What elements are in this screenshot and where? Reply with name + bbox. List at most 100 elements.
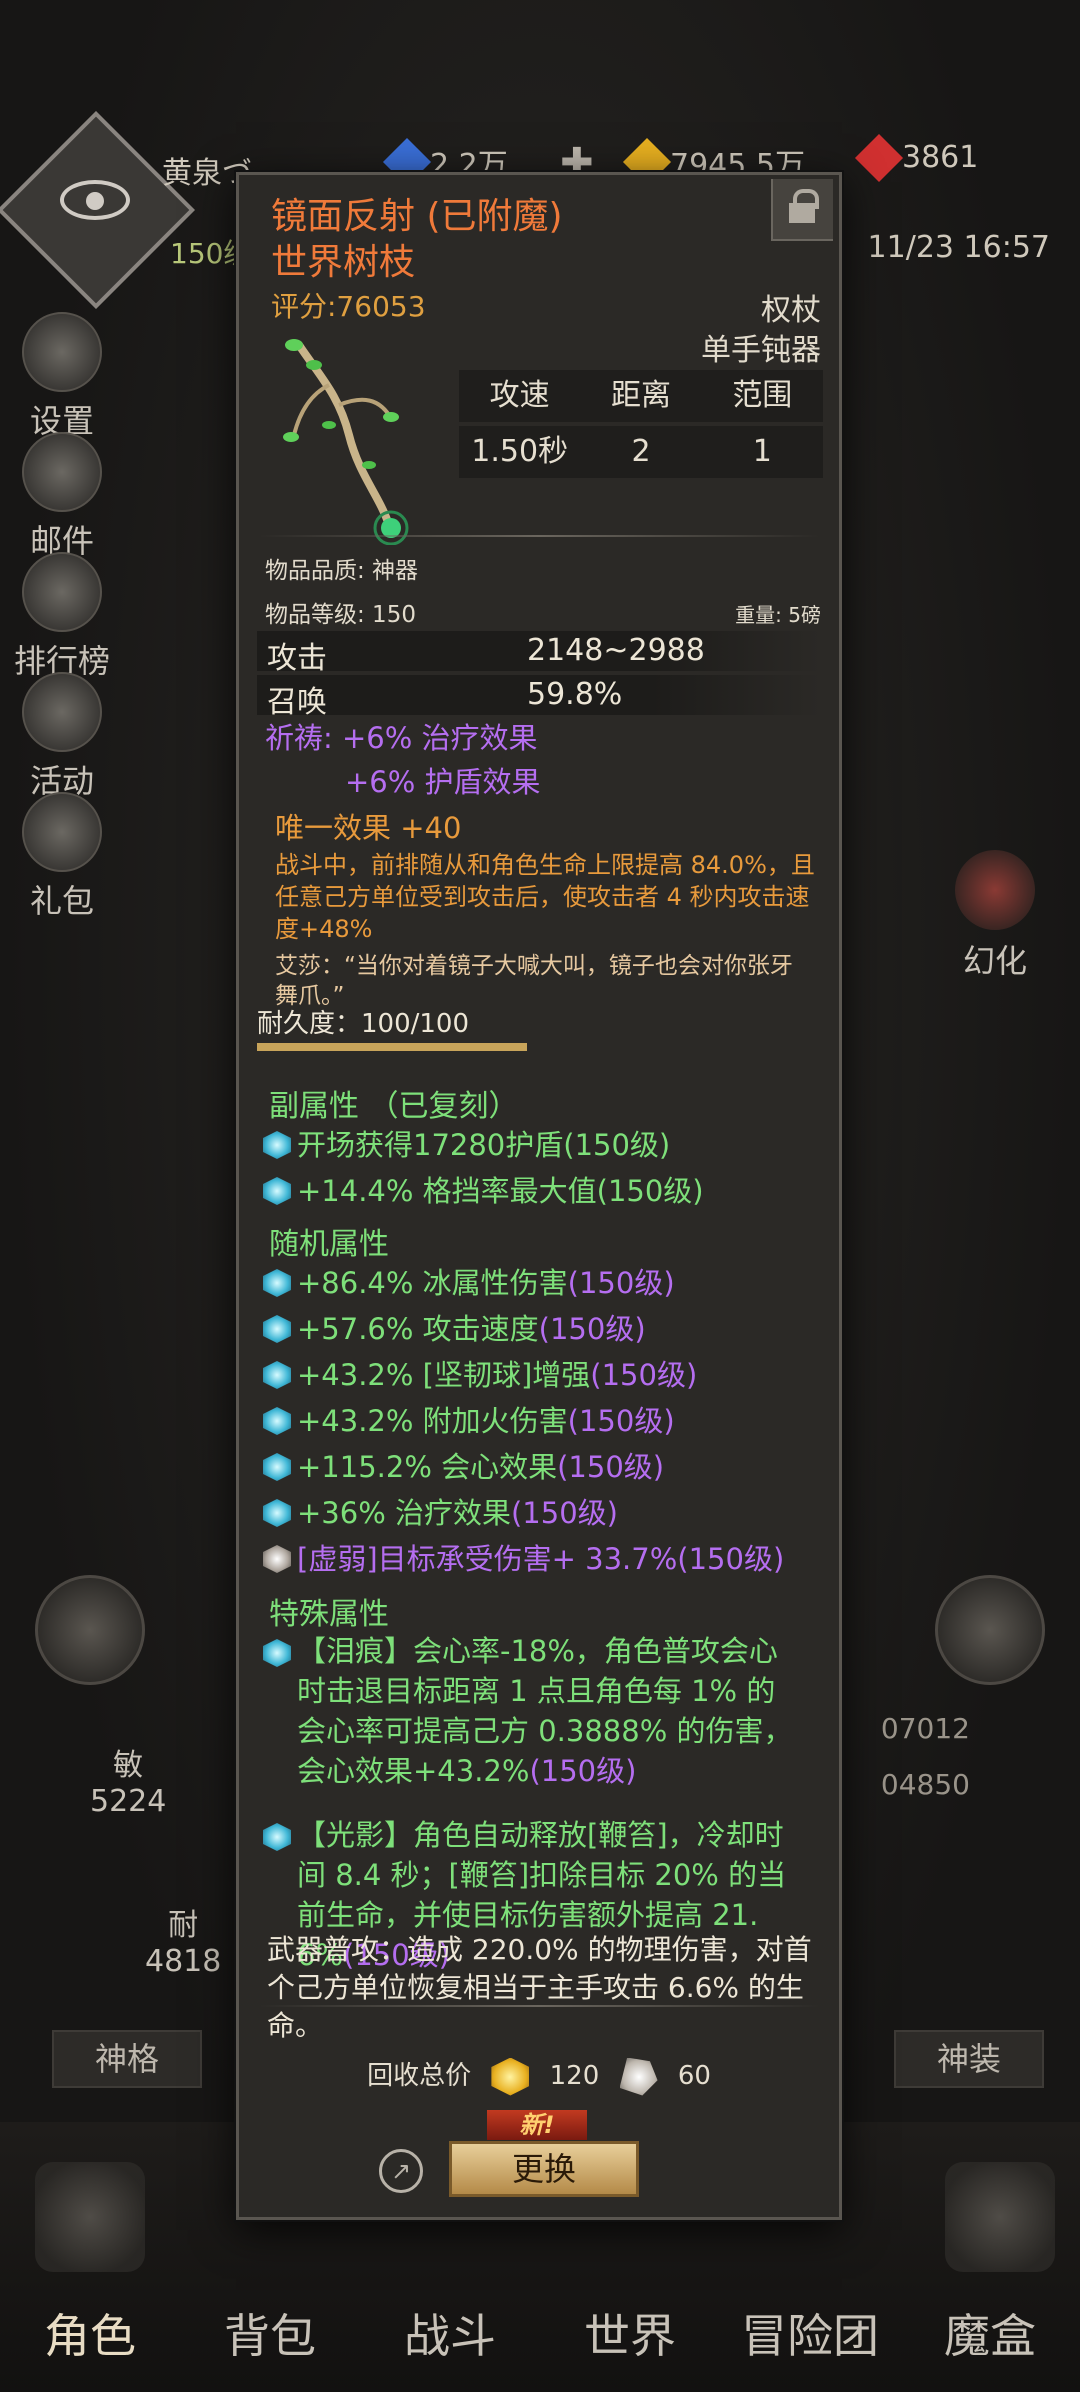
item-name: 镜面反射 (已附魔) (271, 196, 563, 237)
gem-icon (263, 1131, 291, 1159)
header-range: 范围 (732, 378, 793, 413)
transform-button[interactable]: 幻化 (950, 850, 1040, 982)
transform-icon (955, 850, 1035, 930)
special-attr-2-line: 间 8.4 秒；[鞭笞]扣除目标 20% 的当 (297, 1858, 787, 1892)
item-quote: 艾莎：“当你对着镜子大喊大叫，镜子也会对你张牙舞爪。” (275, 953, 793, 1009)
avatar-eye-icon (60, 180, 130, 220)
item-weight: 重量: 5磅 (735, 603, 821, 627)
gem-icon (263, 1269, 291, 1297)
special-attr-2-line: 前生命，并使目标伤害额外提高 21. (297, 1898, 759, 1932)
gem-icon (263, 1361, 291, 1389)
special-attr-1: 【泪痕】会心率-18%，角色普攻会心 时击退目标距离 1 点且角色每 1% 的 … (263, 1631, 837, 1791)
nav-adventure-team[interactable]: 冒险团 (725, 2300, 895, 2366)
random-attr-text: +57.6% 攻击速度 (297, 1312, 539, 1346)
random-attr-level: (150级) (557, 1450, 665, 1484)
attack-value: 2148~2988 (527, 633, 705, 668)
star-gem-icon (263, 1545, 291, 1573)
random-attr-3: +43.2% [坚韧球]增强 (150级) (263, 1353, 697, 1397)
recycle-silver-value: 60 (677, 2061, 711, 2091)
random-attr-title: 随机属性 (269, 1227, 389, 1262)
recycle-label: 回收总价 (367, 2061, 472, 2091)
sub-attr-text: 开场获得17280护盾(150级) (297, 1128, 671, 1162)
item-base-name: 世界树枝 (271, 242, 416, 283)
stat-endurance-value: 4818 (145, 1944, 222, 1979)
divinity-tab[interactable]: 神格 (52, 2030, 202, 2088)
prayer-line-2: +6% 护盾效果 (345, 765, 541, 799)
special-attr-2-line: 【光影】角色自动释放[鞭笞]，冷却时 (297, 1818, 784, 1852)
sidebar-label-gift: 礼包 (29, 882, 94, 920)
gem-icon (263, 1499, 291, 1527)
random-attr-level: (150级) (567, 1266, 675, 1300)
random-attr-5: +115.2% 会心效果 (150级) (263, 1445, 664, 1489)
sidebar-item-mail[interactable]: 邮件 (14, 432, 110, 562)
random-attr-level: (150级) (677, 1542, 785, 1576)
divine-gear-tab[interactable]: 神装 (894, 2030, 1044, 2088)
event-icon (22, 672, 102, 752)
sidebar-item-event[interactable]: 活动 (14, 672, 110, 802)
random-attr-1: +86.4% 冰属性伤害 (150级) (263, 1261, 675, 1305)
character-nav-icon (35, 2162, 145, 2272)
nav-magic-box[interactable]: 魔盒 (905, 2300, 1075, 2366)
lock-icon[interactable] (771, 179, 833, 241)
random-attr-level: (150级) (538, 1312, 646, 1346)
nav-world[interactable]: 世界 (545, 2300, 715, 2366)
recycle-gold-value: 120 (549, 2061, 600, 2091)
prayer-line-1: 祈祷: +6% 治疗效果 (265, 721, 538, 755)
ranking-icon (22, 552, 102, 632)
gem-icon (263, 1407, 291, 1435)
divider (259, 535, 819, 537)
value-distance: 2 (631, 434, 651, 469)
item-quality: 物品品质: 神器 (265, 558, 419, 584)
datetime: 11/23 16:57 (867, 230, 1050, 265)
gem-icon (263, 1453, 291, 1481)
random-attr-text: +43.2% 附加火伤害 (297, 1404, 568, 1438)
sidebar-item-settings[interactable]: 设置 (14, 312, 110, 442)
gem-icon (263, 1177, 291, 1205)
staff-icon (283, 339, 409, 545)
sub-attr-1: 开场获得17280护盾(150级) (263, 1123, 670, 1167)
sidebar-item-ranking[interactable]: 排行榜 (14, 552, 110, 682)
attack-row: 攻击 2148~2988 (257, 631, 821, 676)
stat-agility-label: 敏 (113, 1748, 144, 1783)
random-attr-2: +57.6% 攻击速度 (150级) (263, 1307, 646, 1351)
nav-backpack[interactable]: 背包 (185, 2300, 355, 2366)
normal-attack-desc: 武器普攻：造成 220.0% 的物理伤害，对首个己方单位恢复相当于主手攻击 6.… (267, 1933, 812, 2042)
silver-ore-icon (619, 2057, 658, 2096)
red-crystal-icon (854, 133, 904, 182)
new-badge: 新! (487, 2110, 587, 2140)
random-attr-level: (150级) (510, 1496, 618, 1530)
helmet-emblem-icon[interactable] (35, 1575, 145, 1685)
sidebar-item-gift[interactable]: 礼包 (14, 792, 110, 922)
layers-emblem-icon[interactable] (935, 1575, 1045, 1685)
nav-character[interactable]: 角色 (5, 2300, 175, 2366)
durability-label: 耐久度：100/100 (257, 1009, 470, 1039)
mail-icon (22, 432, 102, 512)
stat-value-row: 1.50秒 2 1 (459, 426, 823, 478)
stat-right-2: 04850 (880, 1768, 970, 1801)
random-attr-text: +36% 治疗效果 (297, 1496, 511, 1530)
gem-icon (263, 1639, 291, 1667)
swap-button[interactable]: 更换 (449, 2141, 639, 2197)
random-attr-6: +36% 治疗效果 (150级) (263, 1491, 618, 1535)
gold-coin-icon (491, 2057, 530, 2096)
gear-icon (22, 312, 102, 392)
special-attr-1-level: (150级) (529, 1754, 637, 1788)
item-score: 评分:76053 (271, 290, 426, 323)
special-attr-1-line: 时击退目标距离 1 点且角色每 1% 的 (297, 1674, 776, 1708)
transform-label: 幻化 (962, 942, 1027, 980)
random-attr-text: [虚弱]目标承受伤害+ 33.7% (297, 1542, 678, 1576)
resource-red-value: 3861 (902, 140, 979, 175)
unique-effect-desc: 战斗中，前排随从和角色生命上限提高 84.0%，且任意己方单位受到攻击后，使攻击… (275, 851, 815, 943)
header-distance: 距离 (610, 378, 671, 413)
resource-red[interactable]: 3861 (854, 133, 979, 182)
random-attr-7: [虚弱]目标承受伤害+ 33.7% (150级) (263, 1537, 784, 1581)
share-button[interactable]: ↗ (379, 2149, 423, 2193)
nav-battle[interactable]: 战斗 (365, 2300, 535, 2366)
weapon-hand: 单手钝器 (701, 333, 821, 368)
weapon-class: 权杖 (761, 293, 821, 328)
random-attr-text: +86.4% 冰属性伤害 (297, 1266, 568, 1300)
weapon-stat-table: 攻速 距离 范围 1.50秒 2 1 (459, 370, 823, 482)
special-attr-title: 特殊属性 (269, 1597, 389, 1632)
random-attr-level: (150级) (590, 1358, 698, 1392)
magic-box-nav-icon (945, 2162, 1055, 2272)
